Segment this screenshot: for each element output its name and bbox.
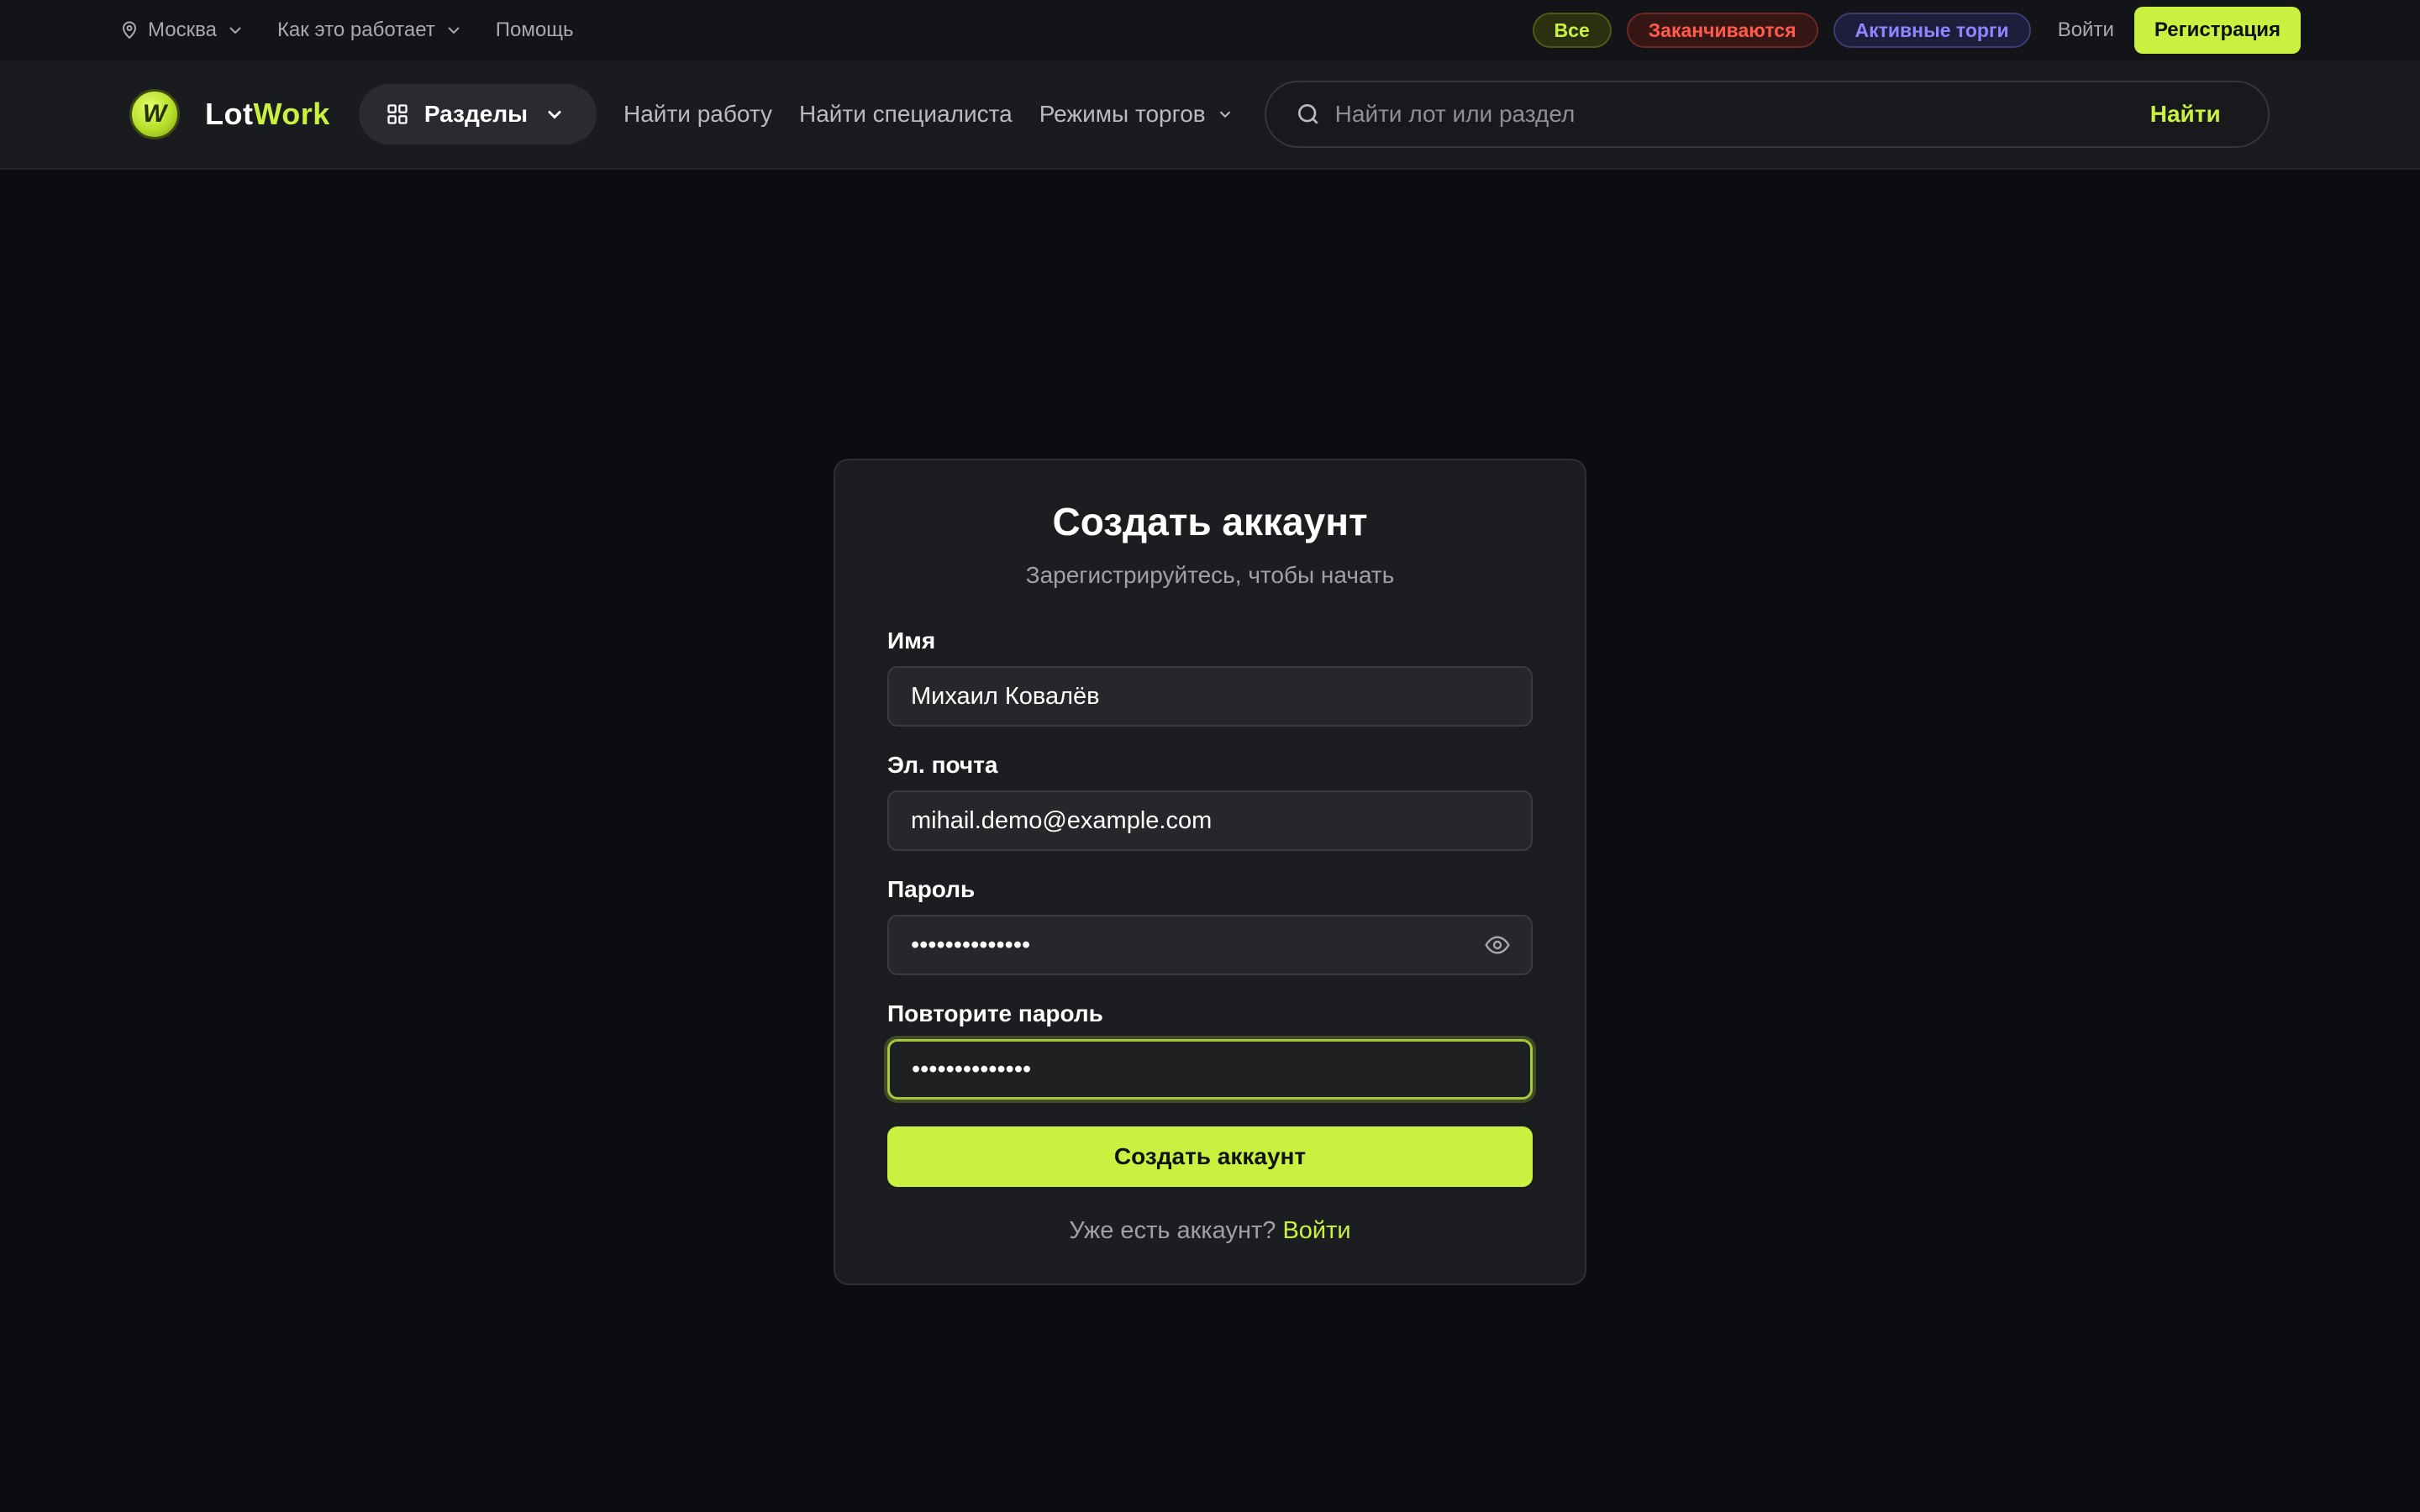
- main-header: W LotWork Разделы Найти работу Найти спе…: [0, 60, 2420, 170]
- city-selector[interactable]: Москва: [119, 18, 245, 42]
- chip-ending[interactable]: Заканчиваются: [1626, 13, 1818, 48]
- logo[interactable]: W LotWork: [129, 89, 330, 139]
- nav-trade-modes-label: Режимы торгов: [1039, 101, 1206, 127]
- confirm-password-field-group: Повторите пароль: [887, 1000, 1533, 1100]
- help-link[interactable]: Помощь: [496, 18, 574, 42]
- chevron-down-icon: [1219, 111, 1230, 118]
- grid-icon: [387, 104, 408, 124]
- register-card: Создать аккаунт Зарегистрируйтесь, чтобы…: [834, 459, 1586, 1285]
- nav-find-specialist[interactable]: Найти специалиста: [799, 101, 1013, 128]
- create-account-button[interactable]: Создать аккаунт: [887, 1126, 1533, 1188]
- eye-icon[interactable]: [1484, 932, 1511, 958]
- how-it-works-label: Как это работает: [276, 18, 435, 41]
- nav-find-work[interactable]: Найти работу: [623, 101, 772, 128]
- chevron-down-icon: [548, 110, 562, 119]
- logo-text-lot: Lot: [205, 97, 254, 131]
- login-link[interactable]: Войти: [2058, 18, 2114, 42]
- nav-trade-modes[interactable]: Режимы торгов: [1039, 101, 1234, 128]
- search-input[interactable]: [1334, 101, 2150, 128]
- name-label: Имя: [887, 627, 936, 654]
- card-title: Создать аккаунт: [1052, 500, 1368, 543]
- email-input-wrapper: [887, 790, 1533, 852]
- top-utility-bar: Москва Как это работает Помощь Все Закан…: [0, 0, 2420, 60]
- email-field-group: Эл. почта: [887, 752, 1533, 852]
- sections-label: Разделы: [424, 101, 529, 127]
- help-label: Помощь: [495, 18, 574, 41]
- confirm-password-label: Повторите пароль: [887, 1000, 1103, 1027]
- chip-all[interactable]: Все: [1532, 13, 1612, 48]
- name-input[interactable]: [889, 668, 1531, 726]
- name-input-wrapper: [887, 666, 1533, 727]
- chevron-down-icon: [448, 27, 460, 34]
- email-label: Эл. почта: [887, 752, 998, 779]
- topbar-right-group: Все Заканчиваются Активные торги Войти Р…: [1518, 7, 2301, 54]
- card-subtitle: Зарегистрируйтесь, чтобы начать: [1025, 562, 1395, 589]
- email-input[interactable]: [889, 792, 1531, 850]
- nav-find-specialist-label: Найти специалиста: [798, 101, 1013, 127]
- signin-prompt: Уже есть аккаунт? Войти: [887, 1217, 1533, 1245]
- search-icon: [1297, 103, 1318, 124]
- nav-find-work-label: Найти работу: [623, 101, 772, 127]
- logo-icon: W: [129, 89, 180, 139]
- how-it-works-menu[interactable]: Как это работает: [277, 18, 464, 42]
- password-label: Пароль: [887, 876, 976, 903]
- logo-text: LotWork: [205, 97, 330, 132]
- password-field-group: Пароль: [887, 876, 1533, 976]
- name-field-group: Имя: [887, 627, 1533, 727]
- chevron-down-icon: [229, 27, 241, 34]
- password-input[interactable]: [889, 916, 1531, 974]
- password-input-wrapper: [887, 915, 1533, 976]
- register-button[interactable]: Регистрация: [2133, 7, 2301, 54]
- chip-active-auctions[interactable]: Активные торги: [1833, 13, 2031, 48]
- search-button[interactable]: Найти: [2150, 101, 2221, 128]
- confirm-password-input[interactable]: [890, 1042, 1530, 1098]
- topbar-left-group: Москва Как это работает Помощь: [119, 18, 605, 42]
- search-bar: Найти: [1264, 81, 2270, 148]
- location-pin-icon: [122, 21, 137, 39]
- confirm-password-input-wrapper: [887, 1039, 1533, 1100]
- sections-button[interactable]: Разделы: [358, 84, 597, 144]
- logo-text-work: Work: [253, 97, 330, 131]
- signin-link[interactable]: Войти: [1282, 1217, 1350, 1244]
- city-label: Москва: [148, 18, 217, 41]
- have-account-text: Уже есть аккаунт?: [1069, 1217, 1276, 1245]
